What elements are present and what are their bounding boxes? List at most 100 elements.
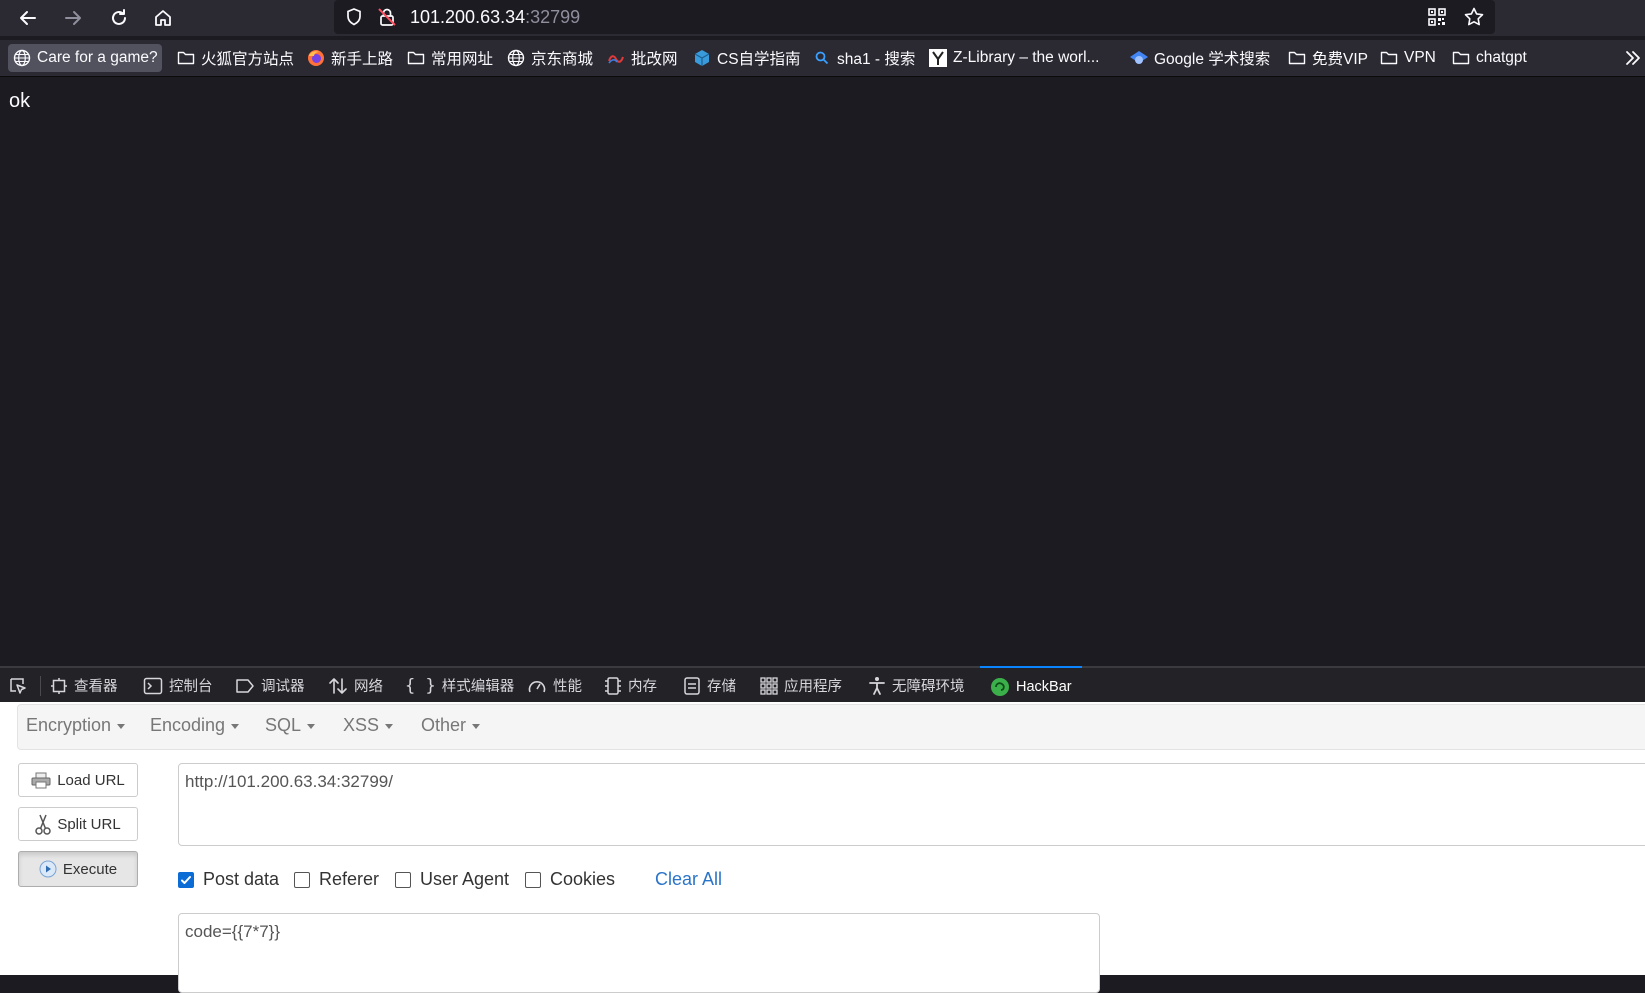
arrow-right-icon: [65, 11, 81, 25]
bookmark-star-icon[interactable]: [1463, 6, 1485, 28]
tab-application[interactable]: 应用程序: [760, 668, 842, 703]
tab-style-editor[interactable]: { } 样式编辑器: [405, 668, 514, 703]
devtools-tabbar: 查看器 控制台 调试器 网络 { } 样式编辑器 性能 内存 存储 应用程序 无…: [0, 666, 1645, 704]
tab-accessibility[interactable]: 无障碍环境: [868, 668, 965, 703]
post-data-checkbox[interactable]: Post data: [178, 869, 279, 890]
bookmark-label: VPN: [1404, 49, 1436, 66]
referer-checkbox[interactable]: Referer: [294, 869, 379, 890]
folder-icon: [406, 48, 426, 68]
tab-label: 内存: [628, 679, 657, 695]
forward-button[interactable]: [57, 2, 89, 34]
tab-label: 查看器: [74, 679, 118, 695]
bookmark-item[interactable]: sha1 - 搜索: [808, 44, 919, 72]
checkbox-unchecked-icon[interactable]: [525, 871, 541, 888]
tab-label: 网络: [354, 679, 383, 695]
bookmark-item[interactable]: Google 学术搜索: [1125, 44, 1274, 72]
tab-performance[interactable]: 性能: [527, 668, 582, 703]
tab-network[interactable]: 网络: [328, 668, 383, 703]
play-icon: [39, 860, 57, 878]
folder-icon: [1379, 48, 1399, 68]
post-data-textarea[interactable]: code={{7*7}}: [178, 913, 1100, 993]
caret-down-icon: [231, 723, 240, 729]
bookmark-folder[interactable]: 常用网址: [402, 44, 497, 72]
braces-icon: { }: [405, 675, 436, 696]
home-button[interactable]: [147, 2, 179, 34]
caret-down-icon: [117, 723, 126, 729]
bookmark-label: CS自学指南: [717, 51, 801, 68]
bookmark-label: 免费VIP: [1312, 51, 1368, 68]
bookmark-label: Google 学术搜索: [1154, 51, 1271, 68]
shield-icon[interactable]: [344, 7, 364, 27]
url-host: 101.200.63.34: [410, 7, 526, 27]
menu-encoding[interactable]: Encoding: [150, 715, 240, 736]
page-viewport: ok: [0, 77, 1645, 666]
checkbox-unchecked-icon[interactable]: [395, 871, 411, 888]
reload-icon: [112, 9, 126, 25]
tab-label: 样式编辑器: [441, 679, 515, 695]
folder-icon: [1451, 48, 1471, 68]
split-url-button[interactable]: Split URL: [18, 807, 138, 841]
user-agent-checkbox[interactable]: User Agent: [395, 869, 509, 890]
tab-hackbar[interactable]: HackBar: [980, 666, 1082, 705]
button-label: Execute: [62, 860, 118, 878]
menu-sql[interactable]: SQL: [265, 715, 316, 736]
bookmark-folder[interactable]: chatgpt: [1447, 44, 1531, 72]
globe-icon: [12, 48, 32, 68]
tab-console[interactable]: 控制台: [143, 668, 213, 703]
bookmark-label: 新手上路: [331, 51, 394, 68]
bookmark-item[interactable]: 批改网: [602, 44, 682, 72]
hackbar-panel: Encryption Encoding SQL XSS Other Load U…: [0, 702, 1645, 993]
menu-other[interactable]: Other: [421, 715, 481, 736]
grid-icon: [760, 676, 778, 695]
button-label: Split URL: [57, 815, 121, 833]
cookies-checkbox[interactable]: Cookies: [525, 869, 615, 890]
tab-separator: [40, 676, 41, 696]
reload-button[interactable]: [103, 2, 135, 34]
button-label: Load URL: [57, 771, 125, 789]
home-icon: [155, 10, 171, 26]
clear-all-link[interactable]: Clear All: [655, 869, 722, 890]
checkbox-checked-icon[interactable]: [178, 871, 194, 888]
insecure-lock-icon[interactable]: [376, 6, 398, 28]
menu-xss[interactable]: XSS: [343, 715, 394, 736]
execute-button[interactable]: Execute: [18, 851, 138, 887]
bookmark-item[interactable]: 新手上路: [302, 44, 397, 72]
console-icon: [143, 677, 163, 695]
cube-icon: [692, 48, 712, 68]
bookmark-item[interactable]: CS自学指南: [688, 44, 805, 72]
bookmark-label: 京东商城: [531, 51, 594, 68]
bookmark-label: Care for a game?: [37, 49, 158, 66]
checkbox-unchecked-icon[interactable]: [294, 871, 310, 888]
url-port: :32799: [525, 7, 581, 27]
load-url-button[interactable]: Load URL: [18, 763, 138, 797]
bookmark-label: chatgpt: [1476, 49, 1527, 66]
bookmark-item[interactable]: Z-Library – the worl...: [924, 44, 1103, 72]
chevron-double-right-icon[interactable]: [1623, 48, 1643, 68]
bookmark-folder[interactable]: 火狐官方站点: [172, 44, 298, 72]
checkbox-label: Cookies: [550, 869, 616, 889]
menu-encryption[interactable]: Encryption: [26, 715, 126, 736]
qr-code-icon[interactable]: [1427, 7, 1447, 27]
tab-memory[interactable]: 内存: [604, 668, 657, 703]
address-bar[interactable]: 101.200.63.34:32799: [334, 0, 1495, 34]
bookmark-folder[interactable]: VPN: [1375, 44, 1440, 72]
bookmark-label: 常用网址: [431, 51, 494, 68]
bookmark-item[interactable]: 京东商城: [502, 44, 597, 72]
bookmark-folder[interactable]: 免费VIP: [1283, 44, 1372, 72]
tab-storage[interactable]: 存储: [683, 668, 736, 703]
inspector-icon: [50, 677, 68, 695]
url-text[interactable]: 101.200.63.34:32799: [410, 7, 580, 28]
bookmark-item[interactable]: Care for a game?: [8, 44, 162, 72]
back-button[interactable]: [12, 2, 44, 34]
hackbar-menu: Encryption Encoding SQL XSS Other: [17, 704, 1645, 750]
bookmark-label: sha1 - 搜索: [837, 51, 916, 68]
scholar-icon: [1129, 48, 1149, 68]
element-picker-button[interactable]: [8, 668, 28, 703]
tab-debugger[interactable]: 调试器: [235, 668, 305, 703]
debugger-icon: [235, 677, 255, 695]
tab-label: 存储: [707, 679, 736, 695]
caret-down-icon: [472, 723, 481, 729]
tab-inspector[interactable]: 查看器: [50, 668, 118, 703]
url-textarea[interactable]: http://101.200.63.34:32799/: [178, 763, 1645, 846]
bookmark-label: Z-Library – the worl...: [953, 49, 1100, 66]
